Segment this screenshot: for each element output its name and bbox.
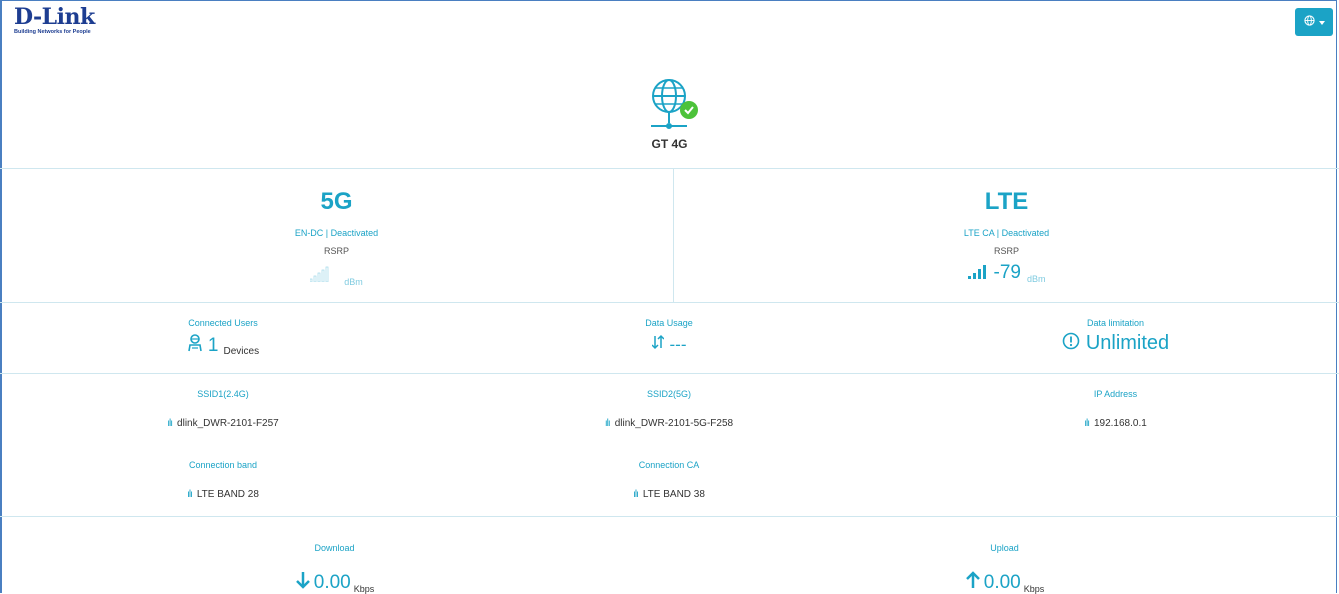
connection-info-section: SSID1(2.4G) ılı dlink_DWR-2101-F257 SSID2… (0, 374, 1339, 517)
lte-rsrp-value: -79 (993, 262, 1021, 283)
ssid2-value: dlink_DWR-2101-5G-F258 (614, 418, 734, 429)
ssid1-value: dlink_DWR-2101-F257 (177, 418, 279, 429)
5g-dbm-unit: dBm (344, 277, 363, 287)
connection-band-panel: Connection band ılı LTE BAND 28 (0, 460, 446, 502)
download-line: 0.00 Kbps (0, 571, 669, 594)
radio-5g-panel: 5G EN-DC | Deactivated RSRP dBm (0, 188, 673, 287)
data-usage-label: Data Usage (645, 318, 693, 328)
arrow-up-icon (965, 571, 981, 594)
info-circle-icon (1062, 332, 1080, 355)
upload-value: 0.00 (983, 572, 1021, 593)
signal-small-icon: ılı (1084, 418, 1090, 429)
connection-ca-label: Connection CA (638, 460, 700, 470)
signal-small-icon: ılı (187, 489, 193, 500)
ip-value: 192.168.0.1 (1093, 418, 1147, 429)
upload-label: Upload (990, 543, 1019, 553)
5g-signal-line: dBm (0, 266, 673, 287)
transfer-arrows-icon (650, 334, 665, 355)
ip-label: IP Address (1093, 389, 1138, 399)
radio-lte-panel: LTE LTE CA | Deactivated RSRP -79 dBm (674, 188, 1339, 284)
download-label: Download (314, 543, 355, 553)
ssid1-label: SSID1(2.4G) (197, 389, 249, 399)
radio-section: 5G EN-DC | Deactivated RSRP dBm LTE LTE … (0, 168, 1339, 303)
5g-rsrp-label: RSRP (323, 246, 349, 256)
connected-users-line: 1 Devices (0, 334, 446, 357)
stats-section: Connected Users 1 Devices Data Usage ---… (0, 303, 1339, 374)
lte-signal-line: -79 dBm (674, 262, 1339, 284)
device-status-section: GT 4G (0, 0, 1339, 169)
connected-users-unit: Devices (223, 346, 260, 357)
connection-band-line: ılı LTE BAND 28 (0, 484, 446, 502)
connected-users-count: 1 (207, 335, 219, 356)
lte-status: LTE CA | Deactivated (963, 228, 1050, 238)
ip-line: ılı 192.168.0.1 (892, 413, 1339, 431)
download-panel: Download 0.00 Kbps (0, 543, 669, 594)
signal-bars-empty-icon (309, 266, 332, 287)
device-name: GT 4G (651, 137, 688, 151)
connection-band-value: LTE BAND 28 (196, 489, 259, 500)
ssid2-panel: SSID2(5G) ılı dlink_DWR-2101-5G-F258 (446, 389, 892, 431)
globe-network-icon (645, 76, 701, 132)
signal-bars-icon (967, 263, 988, 284)
data-limitation-value: Unlimited (1085, 332, 1170, 354)
connection-band-label: Connection band (188, 460, 258, 470)
signal-small-icon: ılı (167, 418, 173, 429)
connection-ca-value: LTE BAND 38 (642, 489, 705, 500)
tech-lte-title: LTE (984, 188, 1029, 215)
data-limitation-line: Unlimited (892, 332, 1339, 355)
data-limitation-label: Data limitation (1086, 318, 1145, 328)
data-usage-panel[interactable]: Data Usage --- (446, 318, 892, 355)
upload-panel: Upload 0.00 Kbps (670, 543, 1339, 594)
signal-small-icon: ılı (604, 418, 611, 429)
connection-ca-panel: Connection CA ılı LTE BAND 38 (446, 460, 892, 502)
lte-rsrp-label: RSRP (993, 246, 1019, 256)
data-limitation-panel[interactable]: Data limitation Unlimited (892, 318, 1339, 355)
ssid1-line: ılı dlink_DWR-2101-F257 (0, 413, 446, 431)
data-usage-value: --- (669, 335, 687, 354)
5g-status: EN-DC | Deactivated (294, 228, 379, 238)
upload-line: 0.00 Kbps (670, 571, 1339, 594)
ssid1-panel: SSID1(2.4G) ılı dlink_DWR-2101-F257 (0, 389, 446, 431)
data-usage-line: --- (446, 334, 892, 355)
download-value: 0.00 (313, 572, 351, 593)
signal-small-icon: ılı (633, 489, 639, 500)
ip-panel: IP Address ılı 192.168.0.1 (892, 389, 1339, 431)
tech-5g-title: 5G (320, 188, 353, 215)
connected-users-panel[interactable]: Connected Users 1 Devices (0, 318, 446, 357)
connected-users-label: Connected Users (188, 318, 258, 328)
connection-ca-line: ılı LTE BAND 38 (446, 484, 892, 502)
user-icon (187, 334, 203, 357)
arrow-down-icon (295, 571, 311, 594)
ssid2-line: ılı dlink_DWR-2101-5G-F258 (446, 413, 892, 431)
ssid2-label: SSID2(5G) (646, 389, 691, 399)
lte-dbm-unit: dBm (1026, 274, 1046, 284)
